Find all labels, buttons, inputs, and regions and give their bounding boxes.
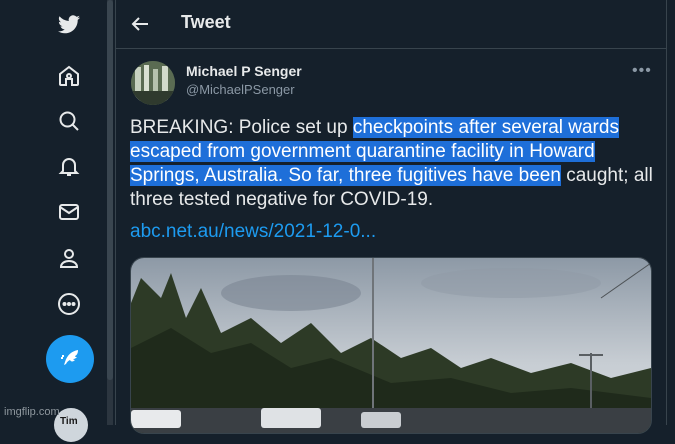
twitter-logo-icon[interactable] [53, 8, 85, 40]
tweet-text-part: BREAKING: Police set up [130, 117, 353, 138]
back-arrow-icon[interactable] [128, 12, 152, 36]
home-icon[interactable] [53, 60, 85, 92]
tweet-media-image[interactable] [130, 257, 652, 434]
page-title: Tweet [181, 12, 231, 32]
account-avatar-label: Tim [60, 416, 78, 427]
tweet-text: BREAKING: Police set up checkpoints afte… [130, 116, 655, 212]
notifications-icon[interactable] [53, 150, 85, 182]
author-name[interactable]: Michael P Senger [186, 63, 302, 79]
compose-icon [61, 350, 78, 365]
more-options-icon[interactable]: ••• [632, 62, 652, 80]
author-avatar[interactable] [131, 61, 175, 105]
compose-tweet-button[interactable] [46, 335, 94, 383]
profile-icon[interactable] [53, 242, 85, 274]
search-icon[interactable] [53, 105, 85, 137]
author-handle[interactable]: @MichaelPSenger [186, 82, 295, 97]
watermark: imgflip.com [4, 406, 60, 418]
messages-icon[interactable] [53, 196, 85, 228]
tweet-column: Tweet Michael P Senger @MichaelPSenger •… [115, 0, 667, 434]
tweet-header: Tweet [116, 0, 666, 49]
scrollbar[interactable] [107, 0, 113, 425]
scrollbar-thumb[interactable] [107, 0, 113, 380]
tweet-link[interactable]: abc.net.au/news/2021-12-0... [130, 221, 376, 243]
sidebar-nav: Tim [0, 0, 107, 444]
more-icon[interactable] [53, 288, 85, 320]
